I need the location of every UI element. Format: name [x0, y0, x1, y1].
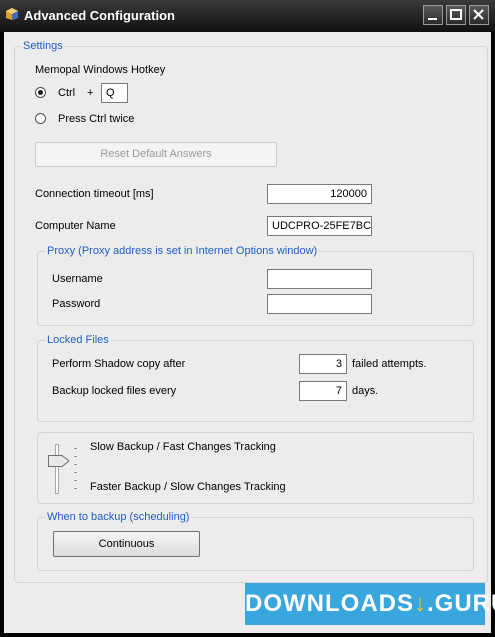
password-input[interactable]: [267, 294, 372, 314]
days-label: days.: [352, 385, 379, 397]
watermark-text: DOWNLOADS: [245, 590, 414, 617]
ctrl-radio[interactable]: [35, 87, 46, 98]
computer-name-input[interactable]: UDCPRO-25FE7BC: [267, 216, 372, 236]
download-arrow-icon: ↓: [413, 590, 427, 617]
slider-track: [55, 444, 59, 494]
close-icon: [473, 9, 484, 20]
backup-locked-days-input[interactable]: 7: [299, 381, 347, 401]
settings-legend: Settings: [21, 40, 65, 52]
maximize-icon: [450, 9, 462, 20]
locked-files-group: [37, 340, 474, 422]
backup-locked-label: Backup locked files every: [52, 385, 177, 397]
username-input[interactable]: [267, 269, 372, 289]
slider-tick: [74, 480, 77, 481]
minimize-icon: [428, 18, 437, 20]
hotkey-key-input[interactable]: Q: [101, 83, 128, 103]
connection-timeout-label: Connection timeout [ms]: [35, 188, 154, 200]
minimize-button[interactable]: [423, 5, 443, 25]
close-button[interactable]: [469, 5, 489, 25]
slow-backup-label: Slow Backup / Fast Changes Tracking: [90, 441, 276, 453]
app-icon: [6, 8, 18, 20]
dialog-client-area: Settings Memopal Windows Hotkey Ctrl + Q…: [4, 32, 491, 633]
shadow-copy-attempts-input[interactable]: 3: [299, 354, 347, 374]
failed-attempts-label: failed attempts.: [352, 358, 427, 370]
slider-tick: [74, 464, 77, 465]
slider-tick: [74, 448, 77, 449]
slider-tick: [74, 472, 77, 473]
locked-files-legend: Locked Files: [45, 334, 111, 346]
connection-timeout-input[interactable]: 120000: [267, 184, 372, 204]
ctrl-label: Ctrl: [58, 87, 76, 99]
slider-thumb[interactable]: [48, 455, 70, 467]
username-label: Username: [52, 273, 103, 285]
downloads-guru-watermark: DOWNLOADS↓.GURU: [245, 583, 495, 625]
title-bar[interactable]: Advanced Configuration: [0, 0, 495, 32]
slider-tick: [74, 488, 77, 489]
window-title: Advanced Configuration: [24, 8, 175, 23]
proxy-legend: Proxy (Proxy address is set in Internet …: [45, 245, 320, 257]
advanced-configuration-window: Advanced Configuration Settings Memopal …: [0, 0, 495, 637]
shadow-copy-label: Perform Shadow copy after: [52, 358, 186, 370]
continuous-button[interactable]: Continuous: [53, 531, 200, 557]
press-ctrl-twice-label: Press Ctrl twice: [58, 113, 135, 125]
faster-backup-label: Faster Backup / Slow Changes Tracking: [90, 481, 286, 493]
scheduling-legend: When to backup (scheduling): [45, 511, 192, 523]
maximize-button[interactable]: [446, 5, 466, 25]
plus-label: +: [87, 87, 94, 99]
password-label: Password: [52, 298, 101, 310]
radio-selected-dot: [38, 90, 43, 95]
hotkey-label: Memopal Windows Hotkey: [35, 64, 166, 76]
slider-tick: [74, 456, 77, 457]
watermark-suffix: .GURU: [426, 590, 495, 617]
proxy-group: [37, 251, 474, 326]
computer-name-label: Computer Name: [35, 220, 116, 232]
press-ctrl-twice-radio[interactable]: [35, 113, 46, 124]
tracking-slider[interactable]: [46, 442, 78, 497]
reset-default-answers-button[interactable]: Reset Default Answers: [35, 142, 277, 167]
